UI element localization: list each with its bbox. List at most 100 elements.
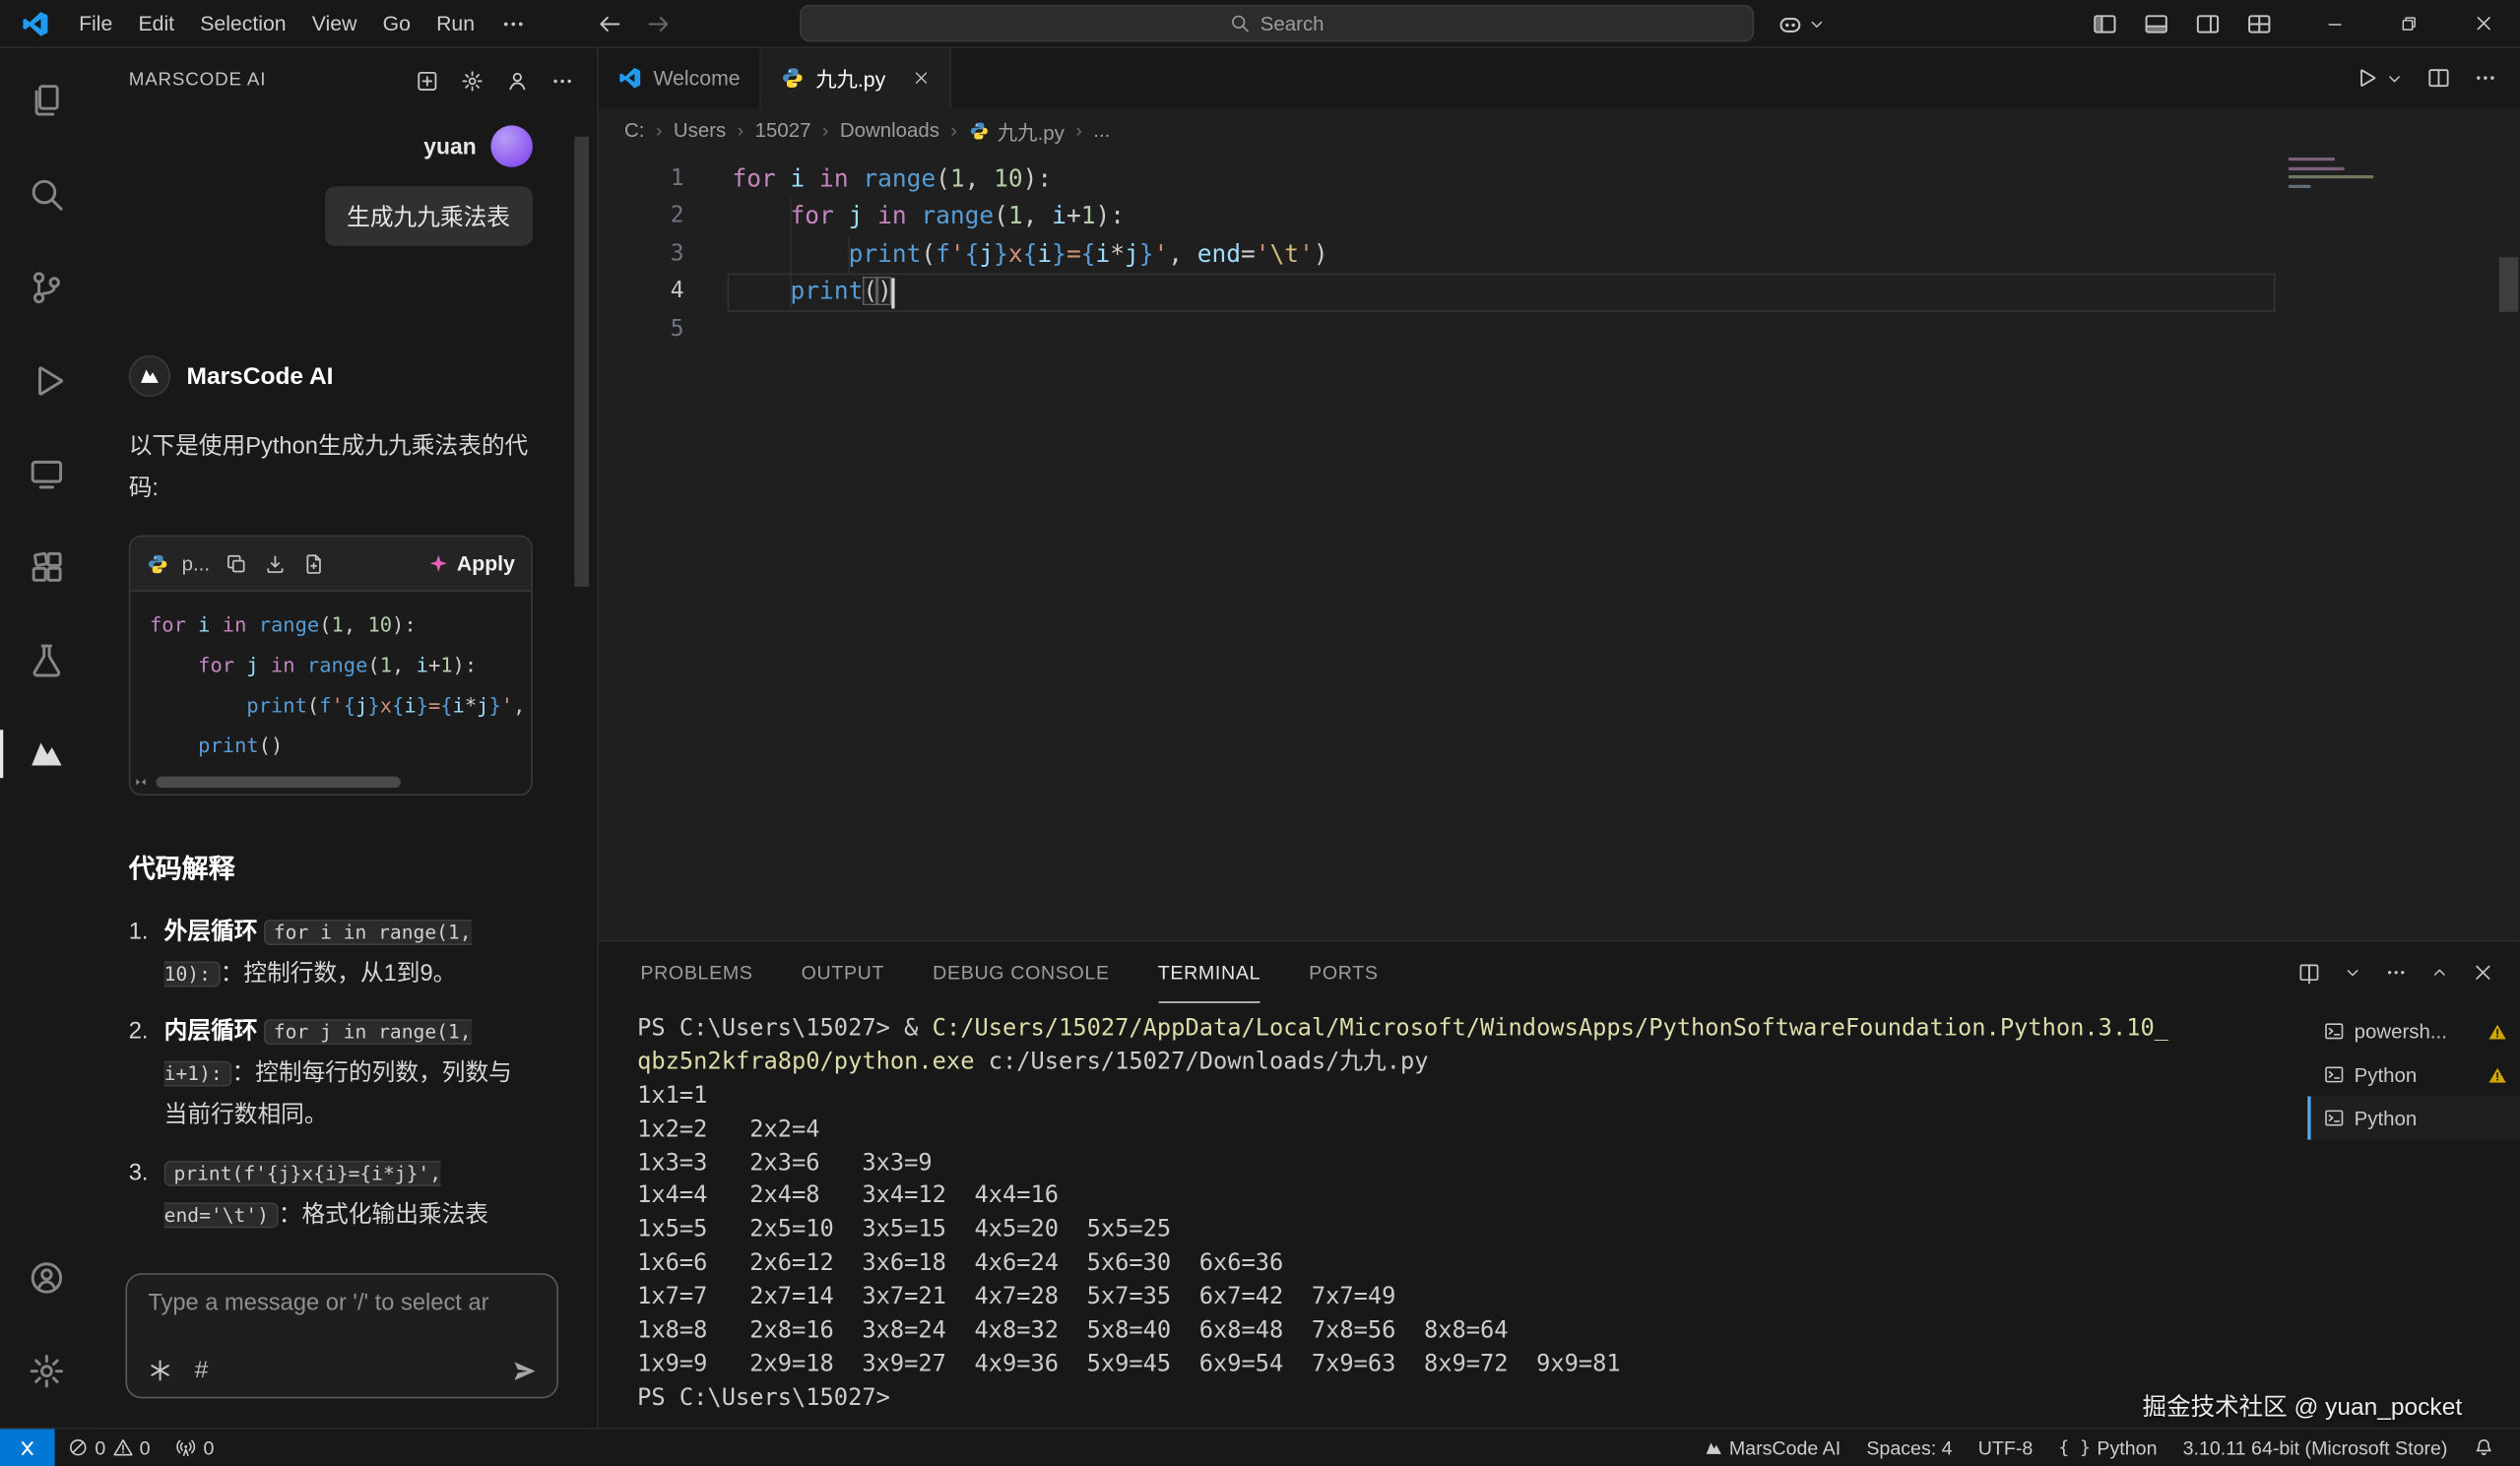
status-utf-8[interactable]: UTF-8 <box>1966 1429 2046 1466</box>
breadcrumb-item[interactable]: ... <box>1093 119 1110 142</box>
window-close-button[interactable] <box>2446 0 2520 47</box>
menu-view[interactable]: View <box>299 6 370 41</box>
chat-input[interactable]: Type a message or '/' to select ar # <box>125 1273 558 1398</box>
code-copy-button[interactable] <box>226 552 248 575</box>
breadcrumb-item[interactable]: Users <box>674 119 726 142</box>
model-picker-button[interactable] <box>148 1359 172 1382</box>
panel-tab-output[interactable]: OUTPUT <box>802 942 885 1003</box>
panel-tab-problems[interactable]: PROBLEMS <box>640 942 752 1003</box>
editor-group: Welcome九九.py C:›Users›15027›Downloads›九九… <box>599 48 2520 1428</box>
search-icon <box>1230 13 1251 33</box>
editor-tab-九九.py[interactable]: 九九.py <box>761 48 951 107</box>
menu-go[interactable]: Go <box>370 6 423 41</box>
breadcrumb-item[interactable]: C: <box>624 119 644 142</box>
terminal-tab-powersh[interactable]: powersh... <box>2307 1009 2520 1052</box>
panel-action-split-panel[interactable] <box>2297 961 2320 984</box>
terminal[interactable]: PS C:\Users\15027> & C:/Users/15027/AppD… <box>599 1003 2307 1428</box>
window-minimize-button[interactable] <box>2297 0 2371 47</box>
code-insert-cursor-button[interactable] <box>265 552 288 575</box>
line-number[interactable]: 3 <box>599 236 684 274</box>
layout-sidebar-left-button[interactable] <box>2092 11 2117 36</box>
editor-action-chevron-down[interactable] <box>2385 68 2405 88</box>
nav-forward-button[interactable] <box>645 11 671 36</box>
activitybar-marscode[interactable] <box>0 707 94 800</box>
sidebar-settings-gear-button[interactable] <box>460 68 485 92</box>
activitybar-run-and-debug[interactable] <box>0 335 94 428</box>
panel-tab-terminal[interactable]: TERMINAL <box>1158 942 1260 1003</box>
line-number[interactable]: 5 <box>599 311 684 349</box>
terminal-tab-label: Python <box>2355 1063 2418 1086</box>
ports-status[interactable]: 0 <box>163 1429 227 1466</box>
editor-code-lines[interactable]: for i in range(1, 10): for j in range(1,… <box>733 160 1328 349</box>
status-marscode-ai[interactable]: MarsCode AI <box>1691 1429 1854 1466</box>
editor-scrollbar-thumb[interactable] <box>2499 257 2519 312</box>
window-restore-button[interactable] <box>2372 0 2446 47</box>
breadcrumb-item[interactable]: Downloads <box>840 119 939 142</box>
layout-panel-button[interactable] <box>2144 11 2169 36</box>
item-number: 3. <box>129 1153 158 1237</box>
sidebar-more-button[interactable] <box>550 68 575 92</box>
activitybar-explorer[interactable] <box>0 55 94 149</box>
sidebar-new-chat-button[interactable] <box>416 68 440 92</box>
layout-grid-button[interactable] <box>2246 11 2272 36</box>
code-editor[interactable]: 12345 for i in range(1, 10): for j in ra… <box>599 151 2520 940</box>
panel-action-close[interactable] <box>2472 961 2494 984</box>
panel-tab-debug-console[interactable]: DEBUG CONSOLE <box>933 942 1110 1003</box>
editor-gutter[interactable]: 12345 <box>599 160 684 349</box>
breadcrumb-item[interactable]: 15027 <box>755 119 811 142</box>
activitybar-accounts[interactable] <box>0 1232 94 1325</box>
chat-scrollbar-thumb[interactable] <box>574 137 589 587</box>
code-block-hscrollbar[interactable] <box>130 768 531 794</box>
breadcrumb-item[interactable]: 九九.py <box>968 115 1065 146</box>
scroll-left-icon[interactable] <box>137 775 152 790</box>
copilot-menu[interactable] <box>1777 0 1827 48</box>
problems-status[interactable]: 00 <box>55 1429 163 1466</box>
activitybar-extensions[interactable] <box>0 521 94 614</box>
menubar-more-button[interactable] <box>490 11 536 36</box>
panel-tab-ports[interactable]: PORTS <box>1309 942 1378 1003</box>
status-spaces-4[interactable]: Spaces: 4 <box>1853 1429 1965 1466</box>
activitybar-testing[interactable] <box>0 614 94 708</box>
menu-selection[interactable]: Selection <box>187 6 299 41</box>
status-python[interactable]: { }Python <box>2045 1429 2169 1466</box>
minimap[interactable] <box>2289 158 2497 833</box>
close-tab-icon[interactable] <box>913 69 931 87</box>
code-new-file-button[interactable] <box>303 552 326 575</box>
status-label: UTF-8 <box>1978 1436 2034 1459</box>
menu-run[interactable]: Run <box>423 6 487 41</box>
line-number[interactable]: 1 <box>599 160 684 198</box>
activitybar-search[interactable] <box>0 148 94 241</box>
chevron-down-icon[interactable] <box>1807 15 1827 34</box>
command-center-search[interactable]: Search <box>800 5 1754 42</box>
layout-sidebar-right-button[interactable] <box>2195 11 2221 36</box>
menu-file[interactable]: File <box>66 6 125 41</box>
hscrollbar-thumb[interactable] <box>157 777 401 788</box>
terminal-tab-Python[interactable]: Python <box>2307 1096 2520 1139</box>
apply-button[interactable]: Apply <box>427 551 514 575</box>
activitybar-remote-explorer[interactable] <box>0 427 94 521</box>
line-number[interactable]: 4 <box>599 274 684 311</box>
nav-back-button[interactable] <box>597 11 622 36</box>
context-hash-button[interactable]: # <box>195 1357 209 1384</box>
sidebar-account-button[interactable] <box>505 68 530 92</box>
panel-action-more[interactable] <box>2385 961 2408 984</box>
user-avatar <box>490 125 532 166</box>
status-3-10-11-64-bit-microsoft-store-[interactable]: 3.10.11 64-bit (Microsoft Store) <box>2170 1429 2461 1466</box>
copilot-icon[interactable] <box>1777 11 1804 38</box>
activitybar-manage[interactable] <box>0 1324 94 1418</box>
line-number[interactable]: 2 <box>599 198 684 235</box>
editor-action-split-editor[interactable] <box>2426 66 2451 90</box>
activitybar-source-control[interactable] <box>0 241 94 335</box>
menu-edit[interactable]: Edit <box>125 6 187 41</box>
panel-action-chevron-down[interactable] <box>2343 963 2362 983</box>
terminal-tab-Python[interactable]: Python <box>2307 1052 2520 1096</box>
panel-action-chevron-up[interactable] <box>2429 963 2449 983</box>
remote-indicator[interactable] <box>0 1429 55 1466</box>
status-bell[interactable] <box>2461 1429 2507 1466</box>
send-button[interactable] <box>512 1358 538 1383</box>
item-text: 内层循环 for j in range(1, i+1):：控制每行的列数，列数与… <box>164 1011 533 1136</box>
editor-action-play[interactable] <box>2355 66 2379 90</box>
editor-tab-Welcome[interactable]: Welcome <box>599 48 761 107</box>
terminal-line: 1x9=9 2x9=18 3x9=27 4x9=36 5x9=45 6x9=54… <box>637 1349 2307 1382</box>
editor-action-more[interactable] <box>2474 66 2498 90</box>
